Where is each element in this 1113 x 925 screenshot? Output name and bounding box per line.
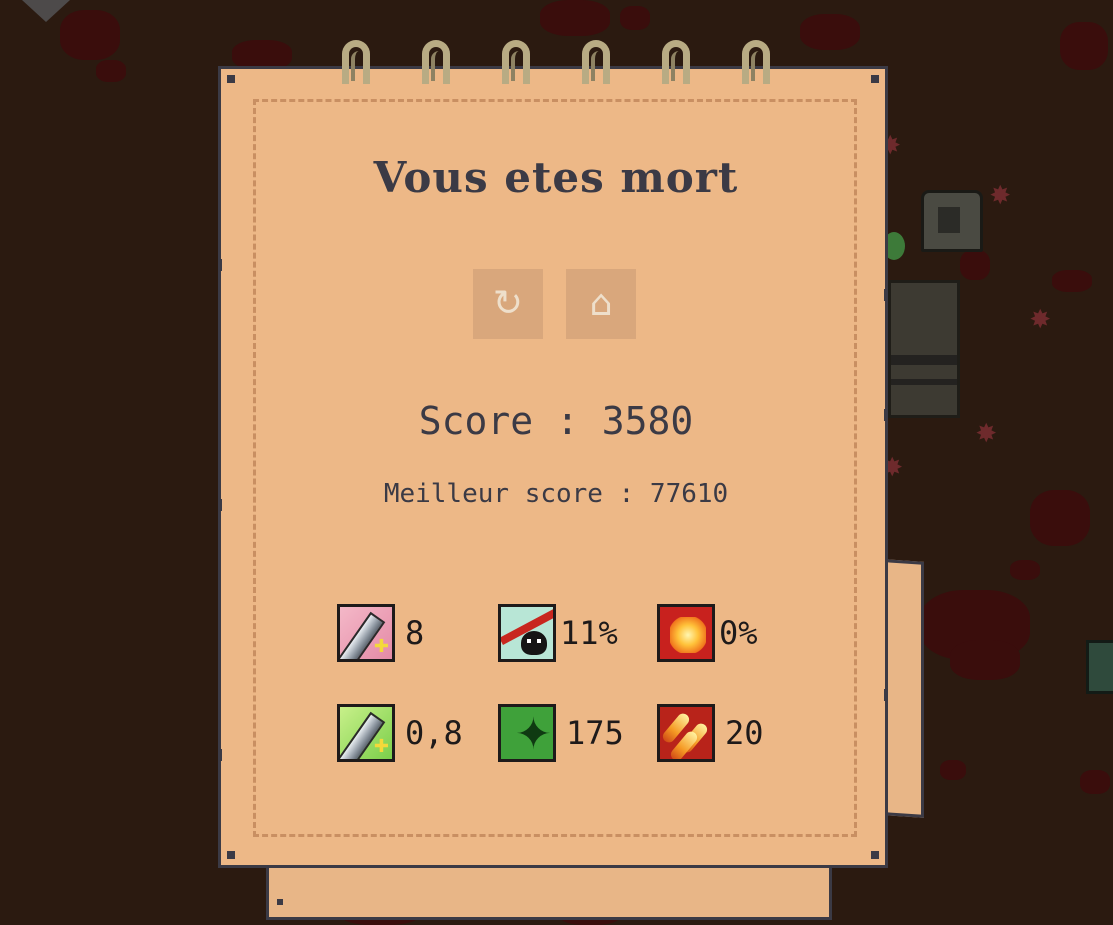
stat-value: 11% [560,614,618,652]
home-button[interactable]: ⌂ [566,269,636,339]
stat-critical: 11% [498,601,618,665]
stat-dodge: ✦ 175 [498,701,624,765]
blood-splatter [96,60,126,82]
stat-fire-chance: 0% [657,601,758,665]
binder-ring [342,40,370,84]
stat-value: 20 [725,714,764,752]
blood-splatter [540,0,610,36]
binder-ring [422,40,450,84]
blood-splatter [1080,770,1110,794]
binder-ring [502,40,530,84]
blood-splatter [940,760,966,780]
blood-splatter [1010,560,1040,580]
home-icon: ⌂ [589,283,613,324]
red-sparkle-icon: ✸ [976,411,997,451]
binder-ring [582,40,610,84]
stat-attack-speed: ✚ 0,8 [337,701,463,765]
game-over-panel: Vous etes mort ↻ ⌂ Score : 3580 Meilleur… [218,66,888,868]
edge-enemy-sprite [1086,640,1113,694]
stat-value: 8 [405,614,425,652]
stat-value: 0% [719,614,758,652]
stone-pillar-sprite [888,280,960,418]
blood-splatter [800,14,860,50]
fire-damage-icon [657,704,715,762]
ghost-enemy-sprite [921,190,983,252]
blood-splatter [1052,270,1092,292]
blood-splatter [60,10,120,60]
stat-value: 0,8 [405,714,463,752]
fire-chance-icon [657,604,715,662]
red-sparkle-icon: ✸ [990,173,1011,213]
critical-chance-icon [498,604,556,662]
binder-ring [742,40,770,84]
best-score-text: Meilleur score : 77610 [383,479,729,509]
blood-splatter [1030,490,1090,546]
page-title: Vous etes mort [373,153,739,202]
red-sparkle-icon: ✸ [1030,297,1051,337]
stat-damage: ✚ 8 [337,601,424,665]
dodge-icon: ✦ [498,704,556,762]
blood-splatter [1060,22,1108,70]
blood-splatter [960,250,990,280]
stat-fire-damage: 20 [657,701,764,765]
stat-value: 175 [566,714,624,752]
attack-speed-icon: ✚ [337,704,395,762]
binder-ring [662,40,690,84]
damage-up-icon: ✚ [337,604,395,662]
restart-button[interactable]: ↻ [473,269,543,339]
restart-icon: ↻ [492,283,524,324]
blood-splatter [950,640,1020,680]
blood-splatter [620,6,650,30]
score-text: Score : 3580 [418,399,694,443]
